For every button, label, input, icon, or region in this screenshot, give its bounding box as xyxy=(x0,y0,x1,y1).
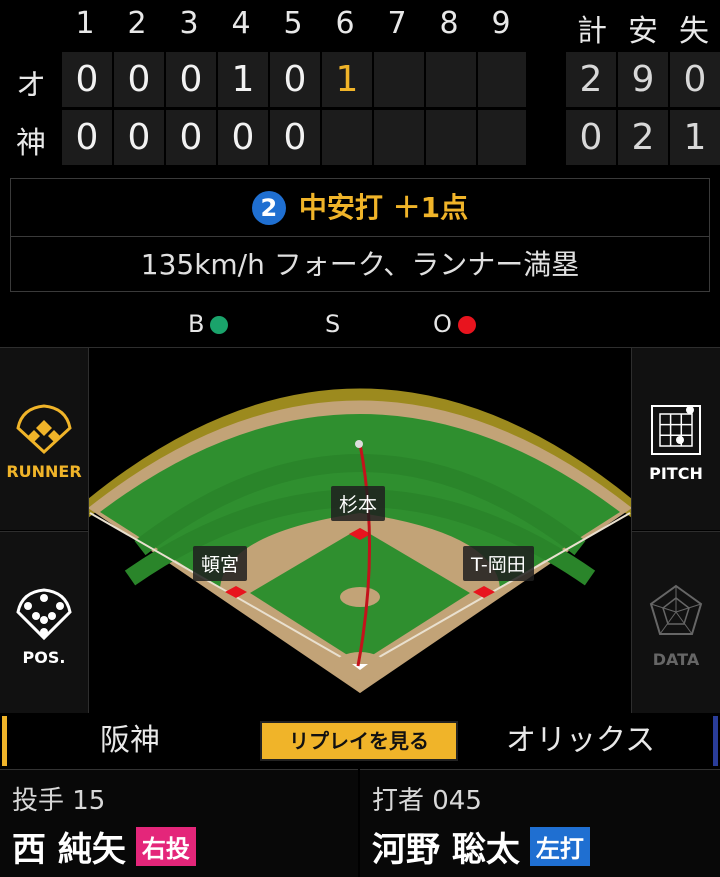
inning-score: 0 xyxy=(62,52,112,107)
inning-score xyxy=(478,52,526,107)
batter-name: 河野 聡太 xyxy=(372,830,520,870)
positions-button[interactable]: POS. xyxy=(0,532,88,714)
batter-panel[interactable]: 打者 045 河野 聡太 左打 xyxy=(360,769,720,877)
replay-button[interactable]: リプレイを見る xyxy=(260,721,458,761)
data-button[interactable]: DATA xyxy=(632,532,720,714)
batter-role: 打者 045 xyxy=(372,786,482,816)
pitcher-role: 投手 15 xyxy=(12,786,106,816)
data-label: DATA xyxy=(652,650,700,669)
scoreboard-row-home: 神 0 0 0 0 0 0 2 1 xyxy=(0,110,720,165)
inning-6-header: 6 xyxy=(335,6,355,41)
scoreboard-row-away: オ 0 0 0 1 0 1 2 9 0 xyxy=(0,52,720,107)
inning-3-header: 3 xyxy=(179,6,199,41)
inning-score: 0 xyxy=(62,110,112,165)
away-team-indicator xyxy=(713,716,718,766)
team-bar: 阪神 リプレイを見る オリックス xyxy=(0,713,720,769)
total-hits: 9 xyxy=(618,52,668,107)
errors-header: 失 xyxy=(679,14,709,49)
throws-badge: 右投 xyxy=(135,827,196,866)
inning-score: 1 xyxy=(218,52,268,107)
play-detail: 135km/h フォーク、ランナー満塁 xyxy=(140,248,580,281)
positions-icon xyxy=(16,588,72,641)
inning-1-header: 1 xyxy=(75,6,95,41)
inning-score xyxy=(374,52,424,107)
inning-score: 0 xyxy=(114,52,164,107)
inning-score xyxy=(374,110,424,165)
inning-score xyxy=(426,110,476,165)
away-team-tab[interactable]: オリックス xyxy=(506,713,655,769)
play-number-badge: 2 xyxy=(251,191,286,225)
total-errors: 1 xyxy=(670,110,720,165)
field-area: 杉本 頓宮 T-岡田 RUNNER POS. PITCH DATA xyxy=(0,347,720,714)
runs-header: 計 xyxy=(577,14,607,49)
out-label: O xyxy=(433,310,452,338)
inning-score-current: 1 xyxy=(322,52,372,107)
total-errors: 0 xyxy=(670,52,720,107)
inning-2-header: 2 xyxy=(127,6,147,41)
team-abbr: 神 xyxy=(16,126,46,161)
inning-score xyxy=(478,110,526,165)
runner-button[interactable]: RUNNER xyxy=(0,348,88,530)
strike-count: S xyxy=(325,310,340,338)
inning-score: 0 xyxy=(270,52,320,107)
runner-icon xyxy=(16,404,72,455)
pitcher-name-row: 西 純矢 右投 xyxy=(12,822,196,871)
total-runs: 2 xyxy=(566,52,616,107)
ball-count: B xyxy=(188,310,229,338)
divider xyxy=(88,348,89,714)
inning-score: 0 xyxy=(114,110,164,165)
scoreboard-header: 1 2 3 4 5 6 7 8 9 計 安 失 xyxy=(0,0,720,49)
hits-header: 安 xyxy=(628,14,658,49)
inning-score: 0 xyxy=(218,110,268,165)
inning-score xyxy=(322,110,372,165)
ball-dot-icon xyxy=(210,316,229,334)
baseball-field xyxy=(88,388,632,693)
strike-label: S xyxy=(325,310,341,338)
total-runs: 0 xyxy=(566,110,616,165)
fielder-right: T-岡田 xyxy=(463,546,534,581)
pitcher-name: 西 純矢 xyxy=(12,830,126,870)
play-result: 中安打 ＋1点 xyxy=(298,191,469,224)
runner-label: RUNNER xyxy=(6,462,82,481)
bats-badge: 左打 xyxy=(529,827,590,866)
inning-9-header: 9 xyxy=(491,6,511,41)
pitcher-panel[interactable]: 投手 15 西 純矢 右投 xyxy=(0,769,358,877)
ball-label: B xyxy=(188,310,205,338)
play-summary: 2 中安打 ＋1点 135km/h フォーク、ランナー満塁 xyxy=(10,178,710,292)
ball-landing-icon xyxy=(355,440,363,448)
inning-5-header: 5 xyxy=(283,6,303,41)
inning-4-header: 4 xyxy=(231,6,251,41)
inning-score: 0 xyxy=(270,110,320,165)
pitch-label: PITCH xyxy=(649,464,703,483)
home-team-indicator xyxy=(2,716,7,766)
fielder-center: 杉本 xyxy=(331,486,386,521)
inning-score: 0 xyxy=(166,52,216,107)
out-count: O xyxy=(433,310,476,338)
pitch-icon xyxy=(651,405,701,455)
team-abbr: オ xyxy=(16,68,46,103)
pitch-button[interactable]: PITCH xyxy=(632,348,720,530)
inning-score xyxy=(426,52,476,107)
radar-chart-icon xyxy=(649,584,703,635)
inning-7-header: 7 xyxy=(387,6,407,41)
positions-label: POS. xyxy=(22,648,66,667)
inning-score: 0 xyxy=(166,110,216,165)
inning-8-header: 8 xyxy=(439,6,459,41)
fielder-left: 頓宮 xyxy=(193,546,248,581)
out-dot-icon xyxy=(457,316,476,334)
total-hits: 2 xyxy=(618,110,668,165)
play-result-row: 2 中安打 ＋1点 xyxy=(11,179,709,237)
home-team-tab[interactable]: 阪神 xyxy=(100,713,160,769)
batter-name-row: 河野 聡太 左打 xyxy=(372,822,590,871)
